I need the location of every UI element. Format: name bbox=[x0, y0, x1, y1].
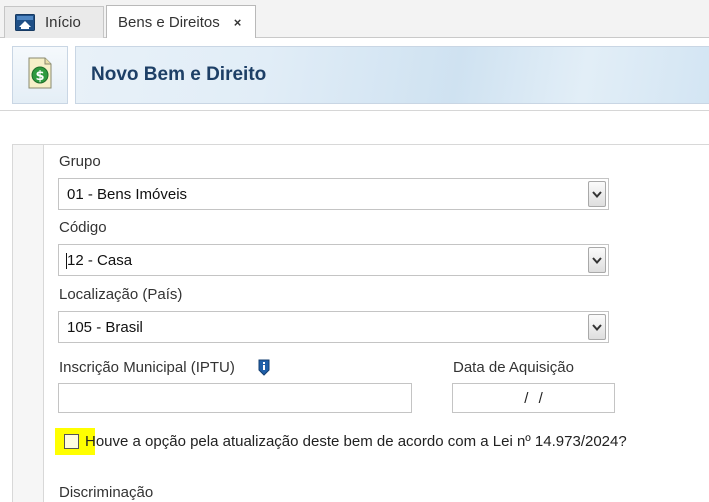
opcao-atualizacao-label[interactable]: Houve a opção pela atualização deste bem… bbox=[85, 433, 627, 450]
tab-inicio[interactable]: Início bbox=[4, 6, 104, 38]
tab-bar: Início Bens e Direitos × bbox=[0, 0, 709, 38]
data-aquisicao-input[interactable]: / / bbox=[452, 383, 615, 413]
localizacao-dropdown-button[interactable] bbox=[588, 314, 606, 340]
codigo-select[interactable]: 12 - Casa bbox=[58, 244, 609, 276]
data-aquisicao-label: Data de Aquisição bbox=[453, 359, 574, 376]
localizacao-label: Localização (País) bbox=[59, 286, 183, 303]
tab-bens-e-direitos[interactable]: Bens e Direitos × bbox=[106, 5, 256, 38]
svg-text:$: $ bbox=[35, 69, 44, 84]
info-icon[interactable] bbox=[257, 359, 271, 381]
home-icon bbox=[15, 14, 35, 31]
page-title: Novo Bem e Direito bbox=[91, 64, 267, 85]
inscricao-label: Inscrição Municipal (IPTU) bbox=[59, 359, 235, 376]
chevron-down-icon bbox=[592, 323, 602, 331]
grupo-select[interactable]: 01 - Bens Imóveis bbox=[58, 178, 609, 210]
opcao-atualizacao-checkbox[interactable] bbox=[64, 434, 79, 449]
grupo-dropdown-button[interactable] bbox=[588, 181, 606, 207]
form-left-rail bbox=[12, 144, 44, 502]
tab-inicio-label: Início bbox=[45, 14, 81, 31]
codigo-dropdown-button[interactable] bbox=[588, 247, 606, 273]
codigo-label: Código bbox=[59, 219, 107, 236]
grupo-value: 01 - Bens Imóveis bbox=[67, 186, 188, 203]
header-divider bbox=[0, 110, 709, 111]
grupo-label: Grupo bbox=[59, 153, 101, 170]
tab-bens-label: Bens e Direitos bbox=[118, 13, 220, 31]
money-document-icon: $ bbox=[27, 57, 53, 94]
data-aquisicao-value: / / bbox=[524, 389, 543, 407]
page-header: Novo Bem e Direito bbox=[75, 46, 709, 104]
chevron-down-icon bbox=[592, 190, 602, 198]
header-icon-box: $ bbox=[12, 46, 68, 104]
codigo-value: 12 - Casa bbox=[67, 252, 133, 269]
form-panel-border bbox=[44, 144, 709, 145]
localizacao-value: 105 - Brasil bbox=[67, 319, 143, 336]
localizacao-select[interactable]: 105 - Brasil bbox=[58, 311, 609, 343]
close-tab-icon[interactable]: × bbox=[234, 15, 242, 30]
inscricao-input[interactable] bbox=[58, 383, 412, 413]
chevron-down-icon bbox=[592, 256, 602, 264]
discriminacao-label: Discriminação bbox=[59, 484, 154, 501]
